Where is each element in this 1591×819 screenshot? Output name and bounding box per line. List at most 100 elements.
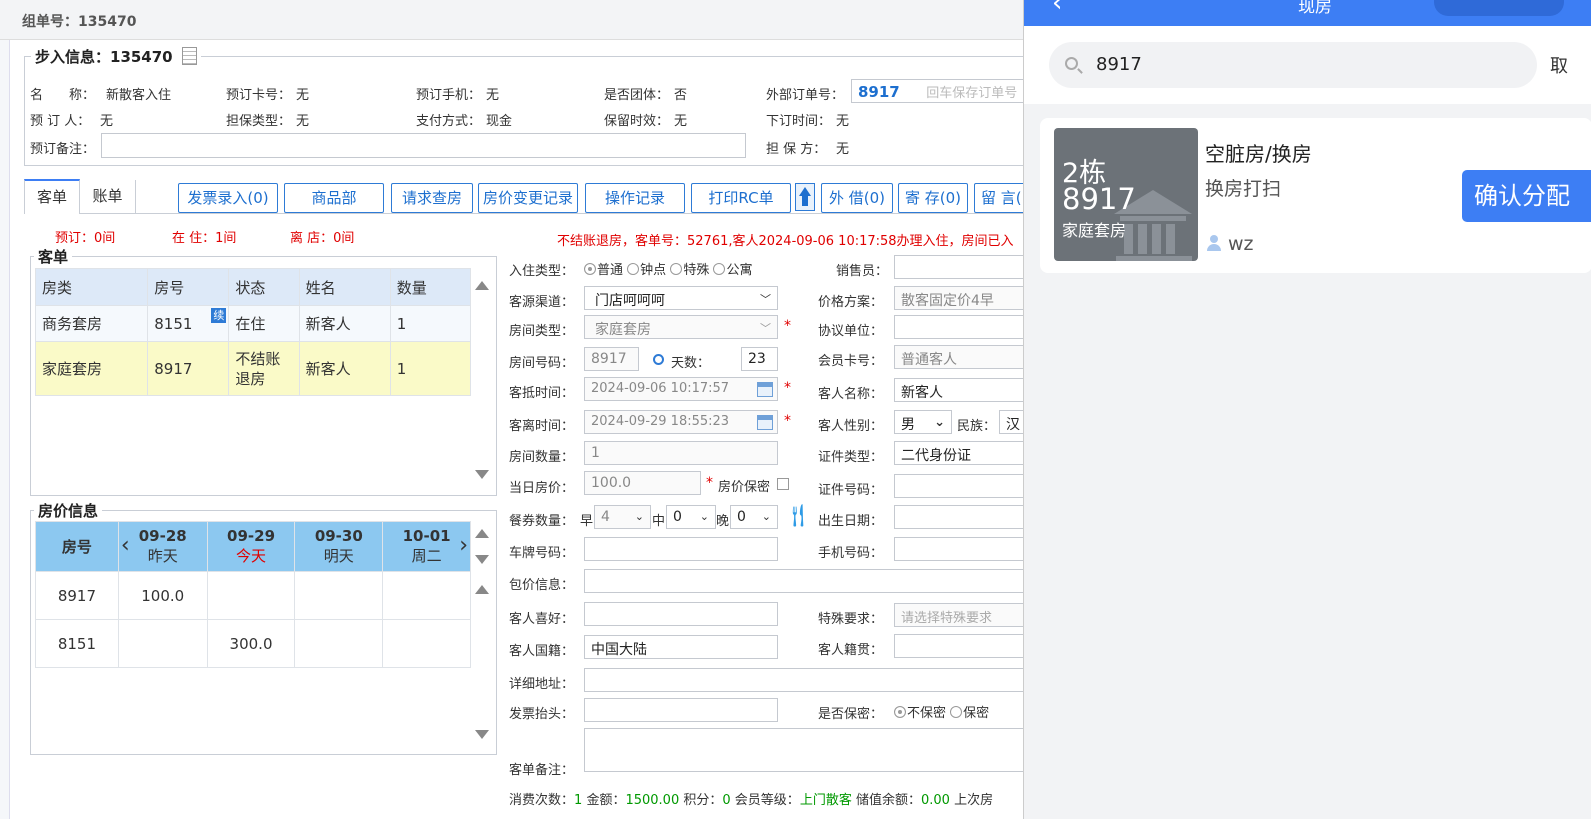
agreement-input[interactable] — [894, 315, 1034, 339]
invoice-button[interactable]: 发票录入(0) — [178, 183, 278, 213]
booking-info-legend: 步入信息：135470 — [35, 48, 173, 66]
check-room-button[interactable]: 请求查房 — [391, 183, 473, 213]
room-search-panel: ‹ 现房 8917 取 2栋 8917 家庭套房 空脏房/换房 换房打扫 wz … — [1023, 0, 1591, 819]
scroll-down-arrow[interactable] — [475, 470, 489, 479]
search-box[interactable]: 8917 — [1049, 42, 1537, 88]
special-select[interactable]: 请选择特殊要求 — [894, 603, 1034, 627]
upload-icon[interactable] — [795, 183, 815, 211]
level-label: 会员等级： — [734, 793, 800, 808]
copy-icon[interactable] — [181, 47, 197, 65]
table-row[interactable]: 家庭套房 8917 不结账退房 新客人 1 — [34, 341, 472, 396]
cancel-button[interactable]: 取 — [1550, 52, 1568, 78]
day-date: 09-30 — [314, 527, 363, 545]
card-label: 预订卡号： — [226, 88, 292, 103]
price-scroll-up2-arrow[interactable] — [475, 585, 489, 594]
price-scroll-down-arrow[interactable] — [475, 555, 489, 564]
price-scroll-down2-arrow[interactable] — [475, 730, 489, 739]
day-label: 昨天 — [147, 547, 178, 565]
room-no-input[interactable]: 8917 — [584, 347, 639, 371]
leave-input[interactable]: 2024-09-29 18:55:23 — [584, 410, 778, 434]
visits-value: 1 — [574, 793, 583, 808]
mobile-input[interactable] — [894, 537, 1034, 561]
confirm-assign-button[interactable]: 确认分配 — [1462, 170, 1591, 222]
next-arrow-icon[interactable]: › — [459, 533, 468, 558]
mobile-label: 手机号码： — [818, 546, 884, 561]
goods-button[interactable]: 商品部 — [284, 183, 384, 213]
day-label: 明天 — [323, 547, 354, 565]
gender-label: 客人性别： — [818, 419, 884, 434]
calendar-icon[interactable] — [757, 382, 773, 397]
price-log-button[interactable]: 房价变更记录 — [478, 183, 578, 213]
fork-knife-icon[interactable]: 🍴︎ — [784, 504, 812, 530]
plate-input[interactable] — [584, 537, 778, 561]
pay-value: 现金 — [486, 114, 513, 129]
tab-bill[interactable]: 账单 — [80, 180, 136, 213]
arrive-input[interactable]: 2024-09-06 10:17:57 — [584, 377, 778, 401]
ext-order-input[interactable]: 8917 回车保存订单号 — [851, 79, 1031, 103]
breakfast-select[interactable]: 4 ⌄ — [594, 505, 651, 529]
lunch-label: 中 — [652, 514, 666, 529]
package-input[interactable] — [584, 569, 1034, 593]
gender-select[interactable]: 男 ⌄ — [894, 410, 952, 434]
dinner-select[interactable]: 0 ⌄ — [730, 505, 778, 529]
sales-input[interactable] — [894, 255, 1034, 279]
hobby-input[interactable] — [584, 602, 778, 626]
radio-normal[interactable]: 普通 — [584, 263, 623, 278]
guest-name-label: 客人名称： — [818, 387, 884, 402]
id-no-input[interactable] — [894, 474, 1034, 498]
cell-status: 不结账退房 — [228, 341, 300, 396]
native-label: 客人籍贯： — [818, 643, 884, 658]
native-input[interactable] — [894, 634, 1034, 658]
search-icon[interactable] — [653, 354, 664, 365]
radio-special[interactable]: 特殊 — [670, 263, 709, 278]
tab-guest[interactable]: 客单 — [24, 179, 80, 214]
day-price-input[interactable]: 100.0 — [584, 471, 701, 495]
room-type-select[interactable]: 家庭套房 ﹀ — [584, 315, 778, 339]
radio-hourly[interactable]: 钟点 — [627, 263, 666, 278]
header-action-button[interactable] — [1434, 0, 1564, 16]
price-secret-checkbox[interactable] — [777, 478, 789, 490]
price-col-room: 房号 — [35, 521, 119, 572]
birth-input[interactable] — [894, 505, 1034, 529]
hobby-label: 客人喜好： — [509, 612, 575, 627]
room-count-input[interactable]: 1 — [584, 441, 778, 465]
table-row[interactable]: 商务套房 8151 续 在住 新客人 1 — [34, 305, 472, 342]
invoice-title-input[interactable] — [584, 698, 778, 722]
room-card[interactable]: 2栋 8917 家庭套房 空脏房/换房 换房打扫 wz 确认分配 — [1040, 118, 1591, 273]
radio-apartment[interactable]: 公寓 — [713, 263, 752, 278]
search-input[interactable]: 8917 — [1096, 54, 1142, 75]
booking-remark-input[interactable] — [101, 133, 746, 158]
col-room-no: 房号 — [147, 268, 230, 306]
calendar-icon[interactable] — [757, 415, 773, 430]
radio-not-secret[interactable]: 不保密 — [894, 706, 946, 721]
source-select[interactable]: 门店呵呵呵 ﹀ — [584, 286, 778, 310]
nationality-input[interactable]: 中国大陆 — [584, 635, 778, 659]
ext-order-placeholder: 回车保存订单号 — [926, 86, 1018, 101]
op-log-button[interactable]: 操作记录 — [585, 183, 685, 213]
deposit-button[interactable]: 寄 存(0) — [898, 183, 968, 213]
address-input[interactable] — [584, 668, 1034, 692]
order-time-value: 无 — [836, 114, 850, 129]
guest-remark-input[interactable] — [584, 728, 1034, 772]
price-plan-input[interactable]: 散客固定价4早 — [894, 286, 1034, 310]
panel-header: ‹ 现房 — [1024, 0, 1591, 26]
back-icon[interactable]: ‹ — [1052, 0, 1062, 18]
room-status-subtitle: 换房打扫 — [1205, 178, 1282, 200]
scroll-up-arrow[interactable] — [475, 281, 489, 290]
required-mark: * — [784, 413, 791, 429]
room-thumbnail: 2栋 8917 家庭套房 — [1054, 128, 1198, 261]
price-table: 房号 ‹ 09-28 昨天 09-29 今天 09-30 明天 10-01 周二… — [35, 521, 471, 668]
print-rc-button[interactable]: 打印RC单 — [691, 183, 791, 213]
guest-name-input[interactable]: 新客人 — [894, 378, 1034, 402]
days-input[interactable]: 23 — [741, 347, 778, 371]
arrive-value: 2024-09-06 10:17:57 — [591, 381, 730, 396]
id-type-input[interactable]: 二代身份证 — [894, 441, 1034, 465]
price-scroll-up-arrow[interactable] — [475, 529, 489, 538]
radio-secret[interactable]: 保密 — [950, 706, 989, 721]
borrow-button[interactable]: 外 借(0) — [821, 183, 893, 213]
birth-label: 出生日期： — [818, 514, 884, 529]
lunch-select[interactable]: 0 ⌄ — [666, 505, 716, 529]
member-input[interactable]: 普通客人 — [894, 345, 1034, 369]
prev-arrow-icon[interactable]: ‹ — [121, 533, 130, 558]
checkin-type-label: 入住类型： — [509, 264, 575, 279]
